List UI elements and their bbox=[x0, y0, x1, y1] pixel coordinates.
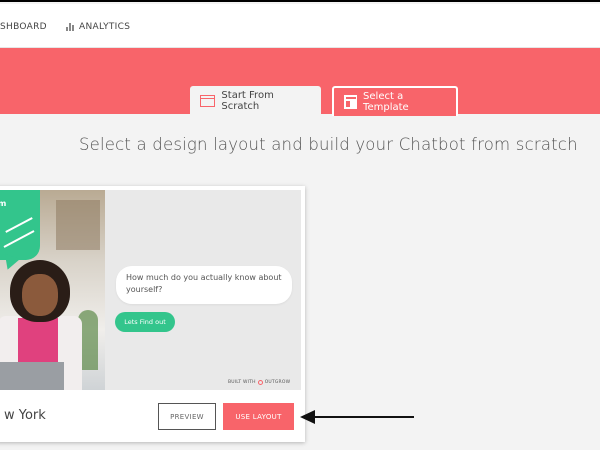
outgrow-logo-icon bbox=[257, 380, 263, 385]
layout-preview: m How much do you actually know about yo… bbox=[0, 190, 301, 390]
chat-cta-button[interactable]: Lets Find out bbox=[115, 312, 175, 332]
tab-label: Select a Template bbox=[363, 91, 409, 113]
built-with-badge: BUILT WITH OUTGROW bbox=[228, 380, 290, 385]
speech-text: m bbox=[0, 199, 6, 208]
nav-analytics-label: ANALYTICS bbox=[79, 22, 131, 32]
preview-button[interactable]: PREVIEW bbox=[158, 403, 216, 430]
app-frame: SHBOARD ANALYTICS Start From Scratch Sel… bbox=[0, 0, 600, 450]
bar-chart-icon bbox=[66, 23, 74, 31]
template-icon bbox=[344, 95, 358, 109]
tab-select-template[interactable]: Select a Template bbox=[332, 86, 458, 116]
speech-bubble-icon: m bbox=[0, 190, 40, 260]
built-with-label: BUILT WITH bbox=[228, 380, 256, 385]
nav-analytics[interactable]: ANALYTICS bbox=[66, 22, 130, 32]
tab-start-from-scratch[interactable]: Start From Scratch bbox=[190, 86, 321, 116]
chat-question: How much do you actually know about your… bbox=[116, 266, 292, 304]
layout-title: w York bbox=[4, 408, 46, 423]
brand-label: OUTGROW bbox=[264, 380, 291, 385]
use-layout-button[interactable]: USE LAYOUT bbox=[223, 403, 294, 430]
top-navigation: SHBOARD ANALYTICS bbox=[0, 4, 600, 48]
layout-icon bbox=[200, 95, 216, 107]
nav-dashboard[interactable]: SHBOARD bbox=[0, 22, 47, 32]
tab-label: Start From Scratch bbox=[221, 90, 274, 112]
arrow-left-icon bbox=[300, 410, 414, 424]
page-headline: Select a design layout and build your Ch… bbox=[79, 135, 578, 154]
